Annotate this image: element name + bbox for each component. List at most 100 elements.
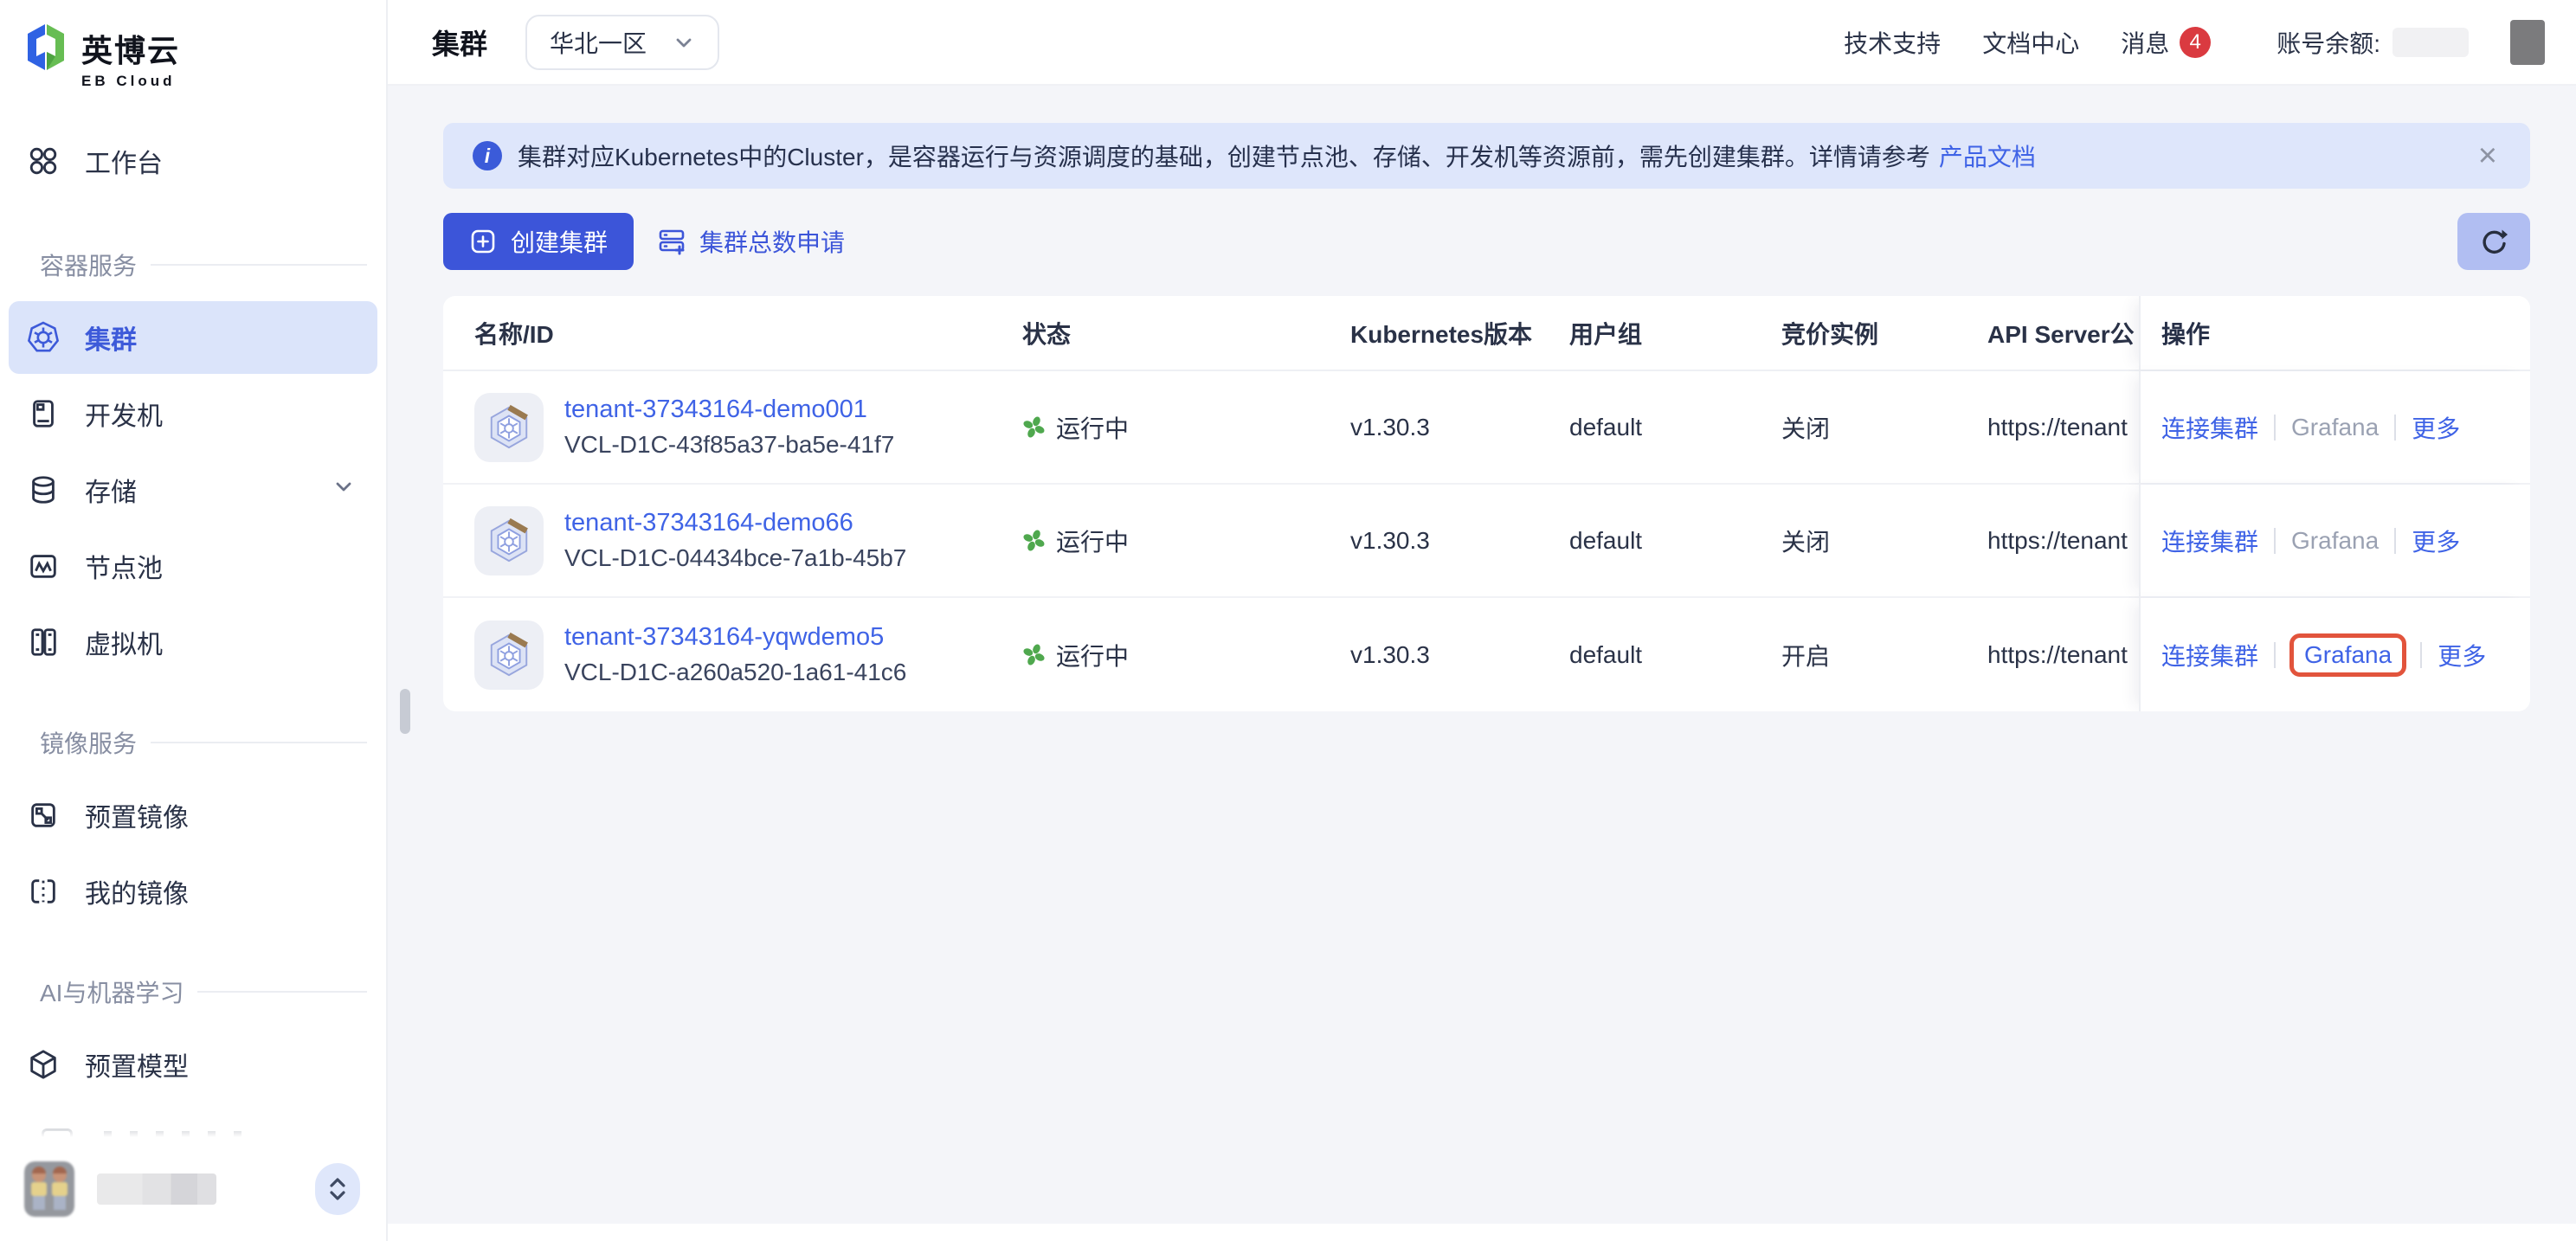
version-cell: v1.30.3 [1350, 641, 1569, 669]
chevron-down-icon [673, 31, 695, 54]
sidebar-item-storage[interactable]: 存储 [9, 453, 377, 526]
spot-cell: 关闭 [1781, 410, 1987, 445]
cluster-name-link[interactable]: tenant-37343164-demo66 [564, 509, 906, 537]
grafana-link[interactable]: Grafana [2304, 641, 2392, 668]
cluster-hexagon-icon [474, 393, 544, 462]
grafana-link-disabled: Grafana [2291, 527, 2379, 555]
more-link[interactable]: 更多 [2412, 524, 2460, 558]
scrollbar-thumb[interactable] [400, 689, 410, 734]
more-link[interactable]: 更多 [2438, 638, 2486, 672]
sidebar-item-workbench[interactable]: 工作台 [9, 125, 377, 197]
plus-square-icon [469, 228, 497, 255]
user-panel [0, 1137, 384, 1241]
action-highlight-box: Grafana [2289, 633, 2406, 677]
actions-toolbar: 创建集群 集群总数申请 [443, 213, 2530, 270]
brand-name: 英博云 [81, 26, 180, 71]
workbench-icon [26, 144, 61, 178]
avatar[interactable] [24, 1161, 74, 1217]
bottom-strip [388, 1224, 2576, 1241]
connect-cluster-link[interactable]: 连接集群 [2161, 410, 2258, 445]
page-title: 集群 [432, 23, 487, 62]
balance-group: 账号余额: [2277, 25, 2469, 60]
group-cell: default [1569, 414, 1781, 441]
messages-badge: 4 [2180, 27, 2211, 58]
api-server-cell: https://tenant [1987, 641, 2139, 669]
table-row: tenant-37343164-demo66 VCL-D1C-04434bce-… [443, 485, 2530, 598]
sidebar-item-label: 预置镜像 [85, 796, 189, 834]
cluster-name-link[interactable]: tenant-37343164-demo001 [564, 395, 894, 424]
preset-image-icon [26, 798, 61, 833]
server-plus-icon [656, 226, 687, 257]
sidebar-item-preset-image[interactable]: 预置镜像 [9, 779, 377, 852]
cluster-name-link[interactable]: tenant-37343164-yqwdemo5 [564, 623, 906, 652]
more-link[interactable]: 更多 [2412, 410, 2460, 445]
op-divider [2420, 642, 2422, 668]
sidebar-item-cluster[interactable]: 集群 [9, 301, 377, 374]
row-operations: 连接集群 Grafana 更多 [2139, 371, 2530, 483]
spot-cell: 关闭 [1781, 524, 1987, 558]
section-divider [151, 264, 367, 266]
cluster-id: VCL-D1C-43f85a37-ba5e-41f7 [564, 431, 894, 459]
kubernetes-icon [26, 320, 61, 355]
sidebar-item-nodepool[interactable]: 节点池 [9, 530, 377, 602]
running-status-icon [1022, 415, 1046, 439]
version-cell: v1.30.3 [1350, 527, 1569, 555]
sidebar-section-label: 容器服务 [40, 248, 137, 282]
content-area: 集群 华北一区 技术支持 文档中心 消息 4 账号余额: [388, 0, 2576, 1241]
sidebar-item-vm[interactable]: 虚拟机 [9, 606, 377, 678]
sidebar-item-label: 虚拟机 [85, 623, 163, 661]
messages-link[interactable]: 消息 4 [2121, 25, 2211, 60]
op-divider [2394, 528, 2396, 554]
docs-link[interactable]: 文档中心 [1982, 25, 2079, 60]
connect-cluster-link[interactable]: 连接集群 [2161, 638, 2258, 672]
cluster-hexagon-icon [474, 506, 544, 575]
dev-machine-icon [26, 396, 61, 431]
refresh-button[interactable] [2457, 213, 2530, 270]
cluster-quota-link[interactable]: 集群总数申请 [656, 224, 845, 259]
close-icon[interactable]: × [2478, 139, 2497, 172]
col-header-group: 用户组 [1569, 316, 1781, 350]
cube-icon [26, 1047, 61, 1082]
table-row: tenant-37343164-yqwdemo5 VCL-D1C-a260a52… [443, 598, 2530, 711]
sidebar-section-container: 镜像服务 [24, 725, 367, 760]
status-text: 运行中 [1056, 524, 1129, 558]
sidebar-section-label: 镜像服务 [40, 725, 137, 760]
balance-label: 账号余额: [2277, 25, 2380, 60]
sidebar-item-label: 工作台 [85, 142, 163, 180]
op-divider [2274, 642, 2276, 668]
version-cell: v1.30.3 [1350, 414, 1569, 441]
refresh-icon [2477, 225, 2510, 258]
section-divider [197, 991, 367, 993]
status-text: 运行中 [1056, 410, 1129, 445]
topbar-right: 技术支持 文档中心 消息 4 账号余额: [1844, 20, 2545, 65]
user-menu-expander[interactable] [315, 1163, 360, 1215]
group-cell: default [1569, 641, 1781, 669]
col-header-api: API Server公 [1987, 316, 2139, 350]
create-cluster-button[interactable]: 创建集群 [443, 213, 634, 270]
op-divider [2394, 415, 2396, 440]
product-docs-link[interactable]: 产品文档 [1939, 138, 2036, 173]
region-select[interactable]: 华北一区 [525, 15, 719, 70]
sidebar-nav: 工作台 容器服务 集群 [0, 90, 386, 1142]
grafana-link-disabled: Grafana [2291, 414, 2379, 441]
sidebar-section-container: AI与机器学习 [24, 974, 367, 1009]
support-link[interactable]: 技术支持 [1844, 25, 1941, 60]
cluster-id: VCL-D1C-04434bce-7a1b-45b7 [564, 544, 906, 572]
virtual-machine-icon [26, 625, 61, 659]
row-operations: 连接集群 Grafana 更多 [2139, 598, 2530, 711]
sidebar-item-devmachine[interactable]: 开发机 [9, 377, 377, 450]
running-status-icon [1022, 529, 1046, 552]
sidebar-item-label: 存储 [85, 471, 137, 509]
op-divider [2274, 528, 2276, 554]
banner-text: 集群对应Kubernetes中的Cluster，是容器运行与资源调度的基础，创建… [518, 138, 1930, 173]
cluster-hexagon-icon [474, 620, 544, 690]
chevron-down-icon[interactable] [332, 475, 355, 505]
sidebar-item-preset-model[interactable]: 预置模型 [9, 1028, 377, 1101]
sidebar-item-label: 节点池 [85, 547, 163, 585]
sidebar: 英博云 EB Cloud 工作台 容器服务 [0, 0, 388, 1241]
sidebar-item-label: 集群 [85, 318, 137, 357]
account-avatar[interactable] [2510, 20, 2545, 65]
api-server-cell: https://tenant [1987, 414, 2139, 441]
sidebar-item-my-image[interactable]: 我的镜像 [9, 855, 377, 928]
connect-cluster-link[interactable]: 连接集群 [2161, 524, 2258, 558]
